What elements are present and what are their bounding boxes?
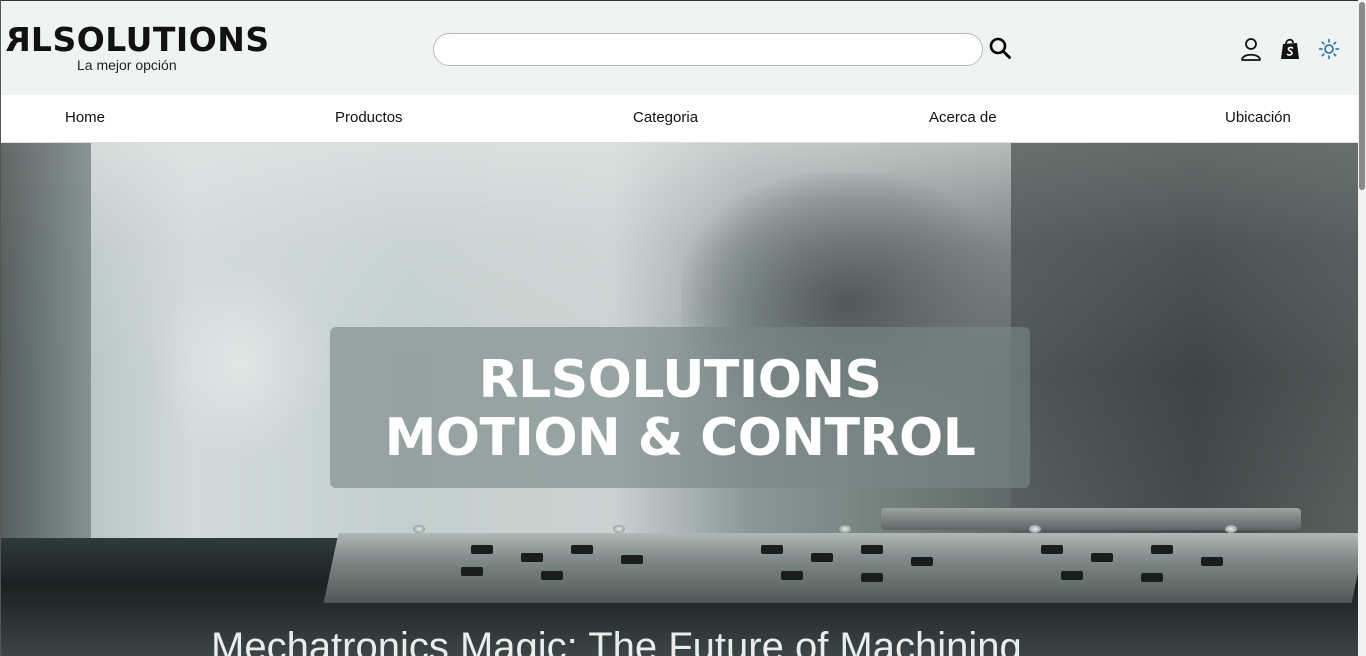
chip <box>811 553 833 562</box>
chip <box>1151 545 1173 554</box>
bolt <box>413 525 425 533</box>
brand-name-rest: LSOLUTIONS <box>30 20 270 59</box>
nav-item-home[interactable]: Home <box>65 109 105 126</box>
chip <box>911 557 933 566</box>
bolt <box>613 525 625 533</box>
chip <box>461 567 483 576</box>
brand-logo[interactable]: RLSOLUTIONS La mejor opción <box>5 20 269 73</box>
search-bar <box>433 33 1013 67</box>
theme-toggle-button[interactable] <box>1316 35 1342 63</box>
chip <box>1201 557 1223 566</box>
shopping-bag-icon <box>1281 38 1299 59</box>
brand-mirrored-letter: R <box>5 20 31 59</box>
scrollbar-thumb[interactable] <box>1359 2 1365 190</box>
bolt <box>1029 525 1041 533</box>
chip <box>1091 553 1113 562</box>
chip <box>541 571 563 580</box>
hero-background <box>1 143 91 563</box>
bolt <box>839 525 851 533</box>
chip <box>571 545 593 554</box>
hero-title-line2: MOTION & CONTROL <box>384 408 976 468</box>
chip <box>1041 545 1063 554</box>
bolt <box>1225 525 1237 533</box>
hero-title-line1: RLSOLUTIONS <box>478 350 882 410</box>
chip <box>761 545 783 554</box>
hero-background-highlight <box>151 263 331 463</box>
nav-item-ubicacion[interactable]: Ubicación <box>1225 109 1291 126</box>
user-icon <box>1241 38 1261 61</box>
site-header: RLSOLUTIONS La mejor opción <box>1 0 1358 95</box>
hero-video[interactable]: RLSOLUTIONS MOTION & CONTROL Mechatronic… <box>1 143 1358 656</box>
cart-button[interactable] <box>1277 35 1303 63</box>
hero-title-panel: RLSOLUTIONS MOTION & CONTROL <box>330 327 1030 488</box>
chip <box>861 573 883 582</box>
hero-background-right <box>1011 143 1358 543</box>
brand-name: RLSOLUTIONS <box>5 20 269 59</box>
search-icon <box>989 37 1011 59</box>
nav-item-acerca-de[interactable]: Acerca de <box>929 109 997 126</box>
chip <box>781 571 803 580</box>
page: RLSOLUTIONS La mejor opción Home Product… <box>0 0 1358 656</box>
chip <box>1061 571 1083 580</box>
chip <box>861 545 883 554</box>
search-input[interactable] <box>433 33 983 66</box>
page-scrollbar[interactable] <box>1358 0 1366 656</box>
main-nav: Home Productos Categoria Acerca de Ubica… <box>1 95 1358 143</box>
nav-item-productos[interactable]: Productos <box>335 109 403 126</box>
sun-icon <box>1318 38 1340 60</box>
account-button[interactable] <box>1238 35 1264 63</box>
hero-title: RLSOLUTIONS MOTION & CONTROL <box>330 351 1030 467</box>
search-button[interactable] <box>987 36 1013 62</box>
machine-rail <box>881 508 1301 530</box>
chip <box>521 553 543 562</box>
chip <box>471 545 493 554</box>
video-caption: Mechatronics Magic: The Future of Machin… <box>211 625 1022 656</box>
nav-item-categoria[interactable]: Categoria <box>633 109 698 126</box>
chip <box>621 555 643 564</box>
chip <box>1141 573 1163 582</box>
brand-tagline: La mejor opción <box>77 57 177 73</box>
